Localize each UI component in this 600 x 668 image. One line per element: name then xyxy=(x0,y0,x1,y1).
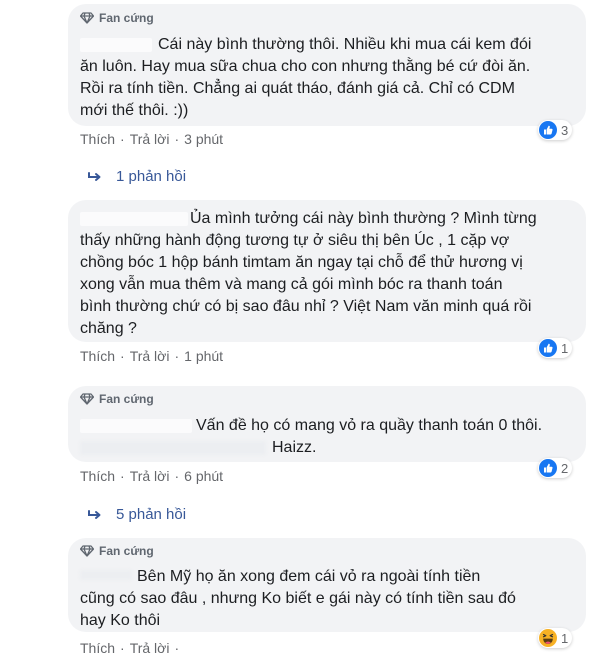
author-name-redacted xyxy=(80,570,132,580)
reaction-count-value: 1 xyxy=(561,630,569,646)
reply-link[interactable]: Trả lời xyxy=(130,640,170,656)
comment-line: Bên Mỹ họ ăn xong đem cái vỏ ra ngoài tí… xyxy=(137,568,481,585)
separator: · xyxy=(120,640,125,656)
comment-line: hay Ko thôi xyxy=(80,612,161,629)
like-link[interactable]: Thích xyxy=(80,640,115,656)
separator: · xyxy=(174,640,180,656)
fan-badge-label: Fan cứng xyxy=(99,544,154,558)
reaction-count[interactable]: 1 xyxy=(538,628,573,648)
comment-line: cũng có sao đâu , nhưng Ko biết e gái nà… xyxy=(80,590,516,607)
haha-icon xyxy=(539,629,557,647)
comment-actions: Thích · Trả lời · xyxy=(80,640,184,656)
fan-badge: Fan cứng xyxy=(80,544,154,558)
fan-badge-icon xyxy=(80,545,94,557)
comment-4: Fan cứng Bên Mỹ họ ăn xong đem cái vỏ ra… xyxy=(0,0,600,668)
